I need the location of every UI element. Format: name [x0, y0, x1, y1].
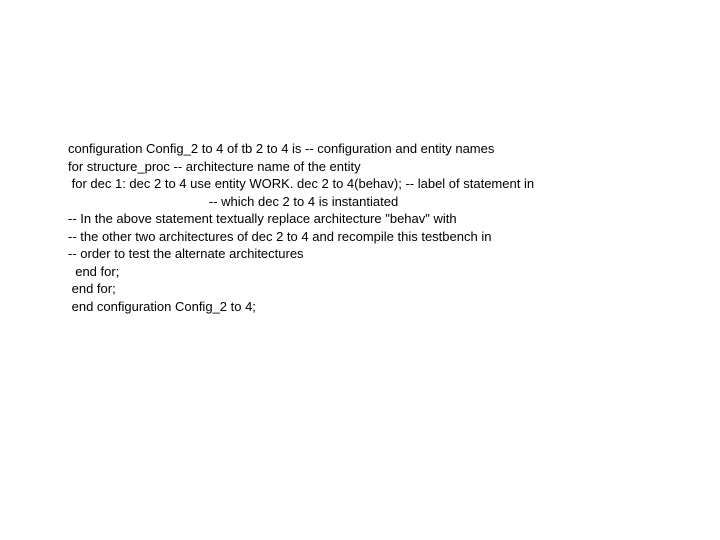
vhdl-code-block: configuration Config_2 to 4 of tb 2 to 4…: [68, 140, 720, 315]
code-line-1: configuration Config_2 to 4 of tb 2 to 4…: [68, 140, 720, 158]
code-line-7: -- order to test the alternate architect…: [68, 245, 720, 263]
code-line-3: for dec 1: dec 2 to 4 use entity WORK. d…: [68, 175, 720, 193]
code-line-11: end configuration Config_2 to 4;: [68, 298, 720, 316]
code-line-2: for structure_proc -- architecture name …: [68, 158, 720, 176]
code-line-5: -- In the above statement textually repl…: [68, 210, 720, 228]
code-line-9: end for;: [68, 263, 720, 281]
code-line-6: -- the other two architectures of dec 2 …: [68, 228, 720, 246]
code-line-4: -- which dec 2 to 4 is instantiated: [68, 193, 720, 211]
code-line-10: end for;: [68, 280, 720, 298]
